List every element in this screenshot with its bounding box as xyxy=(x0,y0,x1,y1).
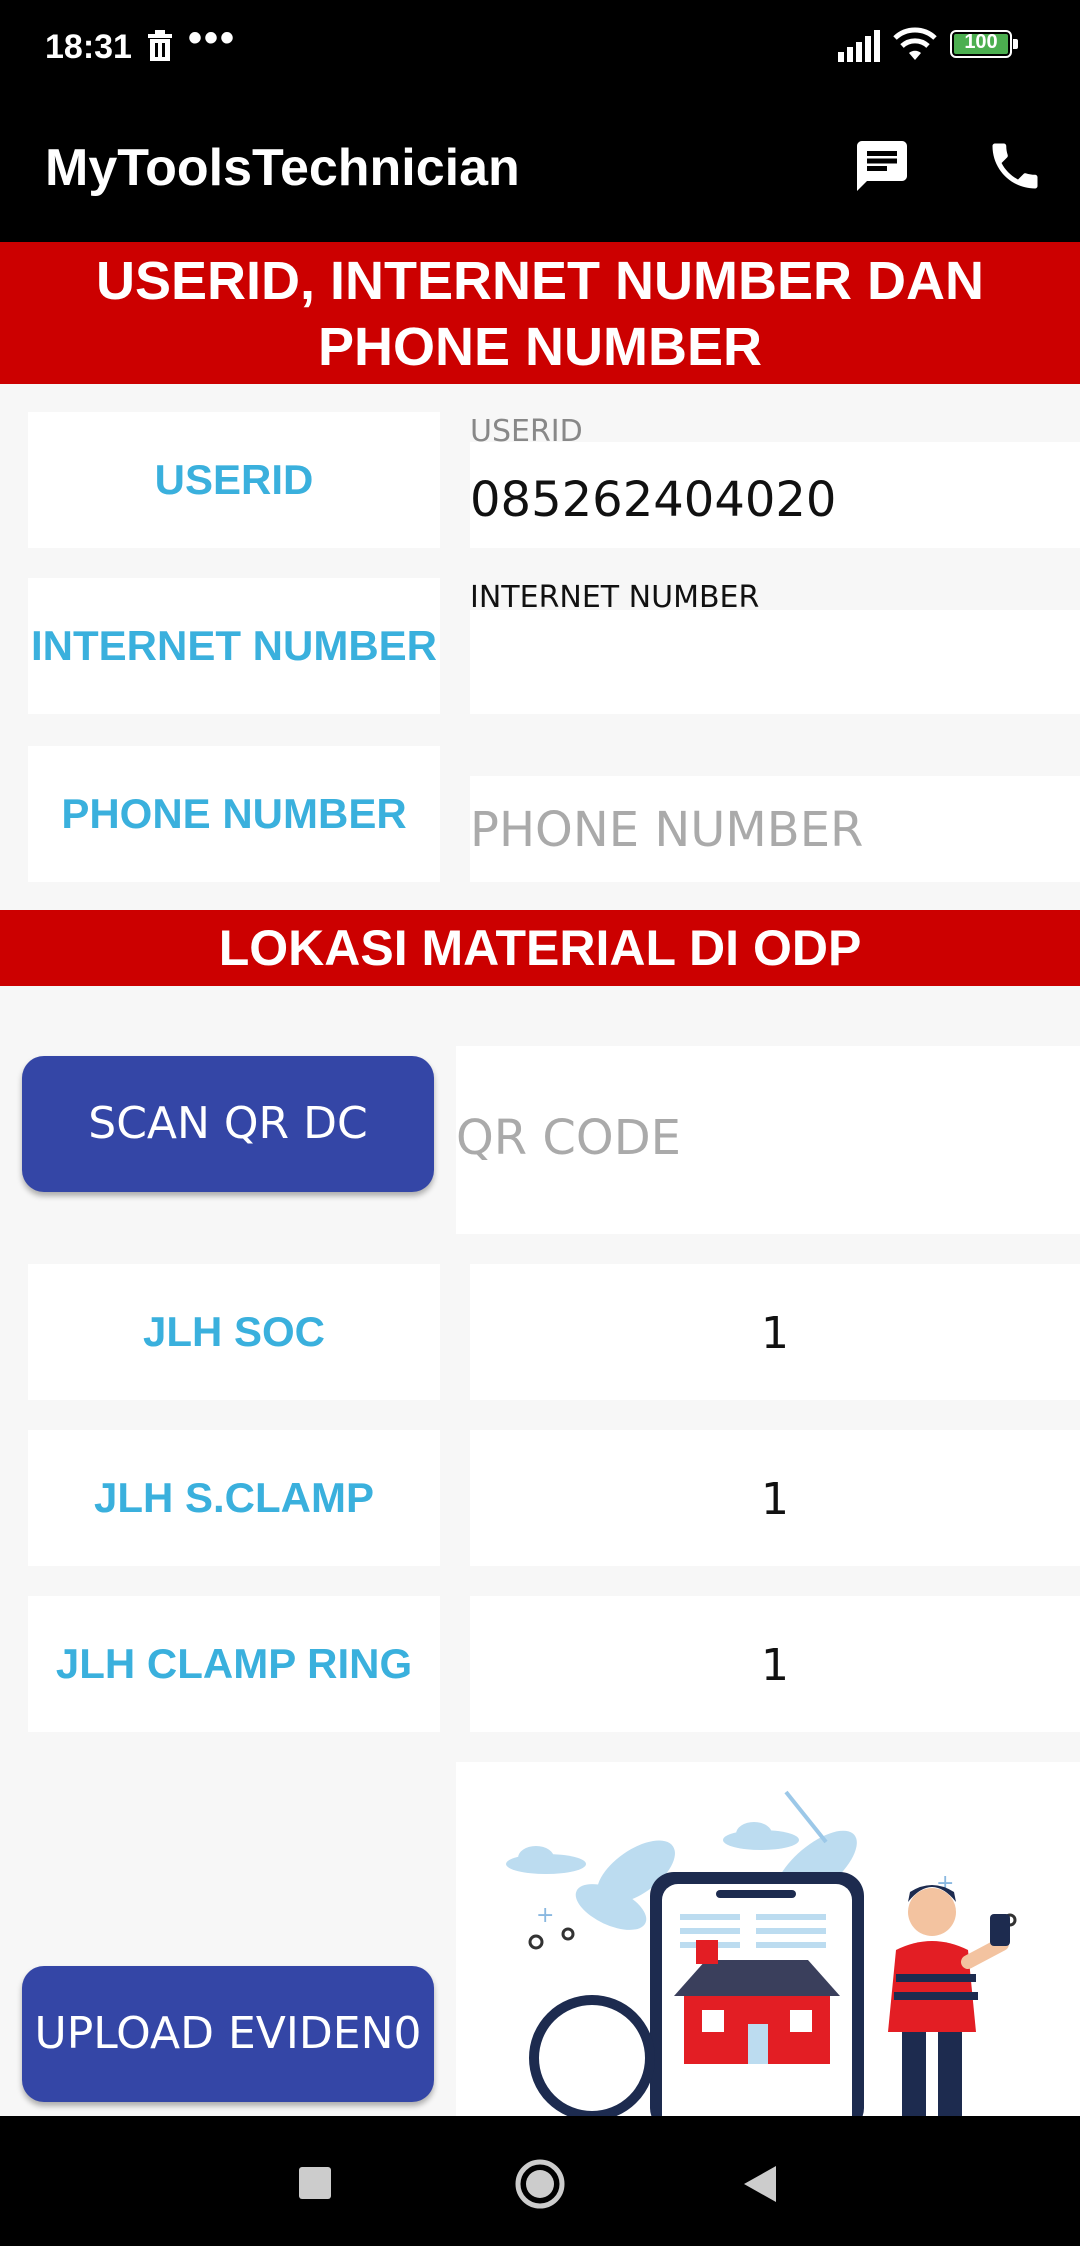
back-button-icon[interactable] xyxy=(742,2164,778,2204)
trash-icon xyxy=(148,30,172,61)
battery-level: 100 xyxy=(964,31,998,53)
scan-qr-button[interactable]: SCAN QR DC xyxy=(22,1056,434,1192)
phone-number-field[interactable]: PHONE NUMBER xyxy=(470,776,1080,882)
evidence-image[interactable]: + + xyxy=(456,1762,1080,2116)
jlh-clamp-ring-label: JLH CLAMP RING xyxy=(28,1596,440,1732)
upload-evidence-button[interactable]: UPLOAD EVIDEN0 xyxy=(22,1966,434,2102)
battery-icon: 100 xyxy=(950,30,1020,60)
userid-value: 085262404020 xyxy=(470,472,837,528)
jlh-clamp-ring-value: 1 xyxy=(761,1640,789,1691)
internet-number-label: INTERNET NUMBER xyxy=(28,578,440,714)
section-header-location: LOKASI MATERIAL DI ODP xyxy=(0,910,1080,986)
userid-label: USERID xyxy=(28,412,440,548)
navigation-bar xyxy=(0,2116,1080,2246)
jlh-sclamp-field[interactable]: 1 xyxy=(470,1430,1080,1566)
status-bar: 18:31 ••• 100 xyxy=(0,0,1080,96)
qr-code-field[interactable]: QR CODE xyxy=(456,1046,1080,1234)
userid-field[interactable]: 085262404020 xyxy=(470,442,1080,548)
qr-code-placeholder: QR CODE xyxy=(456,1110,681,1166)
jlh-soc-value: 1 xyxy=(761,1308,789,1359)
section-header-identity: USERID, INTERNET NUMBER DAN PHONE NUMBER xyxy=(0,242,1080,384)
status-time: 18:31 xyxy=(45,28,132,66)
jlh-clamp-ring-field[interactable]: 1 xyxy=(470,1596,1080,1732)
evidence-illustration: + + xyxy=(506,1790,1017,2116)
svg-text:+: + xyxy=(536,1903,554,1928)
jlh-soc-label: JLH SOC xyxy=(28,1264,440,1400)
app-bar: MyToolsTechnician xyxy=(0,96,1080,242)
phone-number-label: PHONE NUMBER xyxy=(28,746,440,882)
jlh-sclamp-label: JLH S.CLAMP xyxy=(28,1430,440,1566)
jlh-soc-field[interactable]: 1 xyxy=(470,1264,1080,1400)
internet-number-field[interactable] xyxy=(470,610,1080,714)
app-title: MyToolsTechnician xyxy=(45,139,520,197)
phone-icon[interactable] xyxy=(985,136,1045,196)
home-button-icon[interactable] xyxy=(514,2158,566,2210)
jlh-sclamp-value: 1 xyxy=(761,1474,789,1525)
more-notifications-icon: ••• xyxy=(188,16,237,60)
message-icon[interactable] xyxy=(852,136,912,196)
recents-button-icon[interactable] xyxy=(298,2166,332,2200)
phone-number-placeholder: PHONE NUMBER xyxy=(470,802,864,858)
wifi-icon xyxy=(893,27,937,60)
cellular-signal-icon xyxy=(838,30,880,62)
